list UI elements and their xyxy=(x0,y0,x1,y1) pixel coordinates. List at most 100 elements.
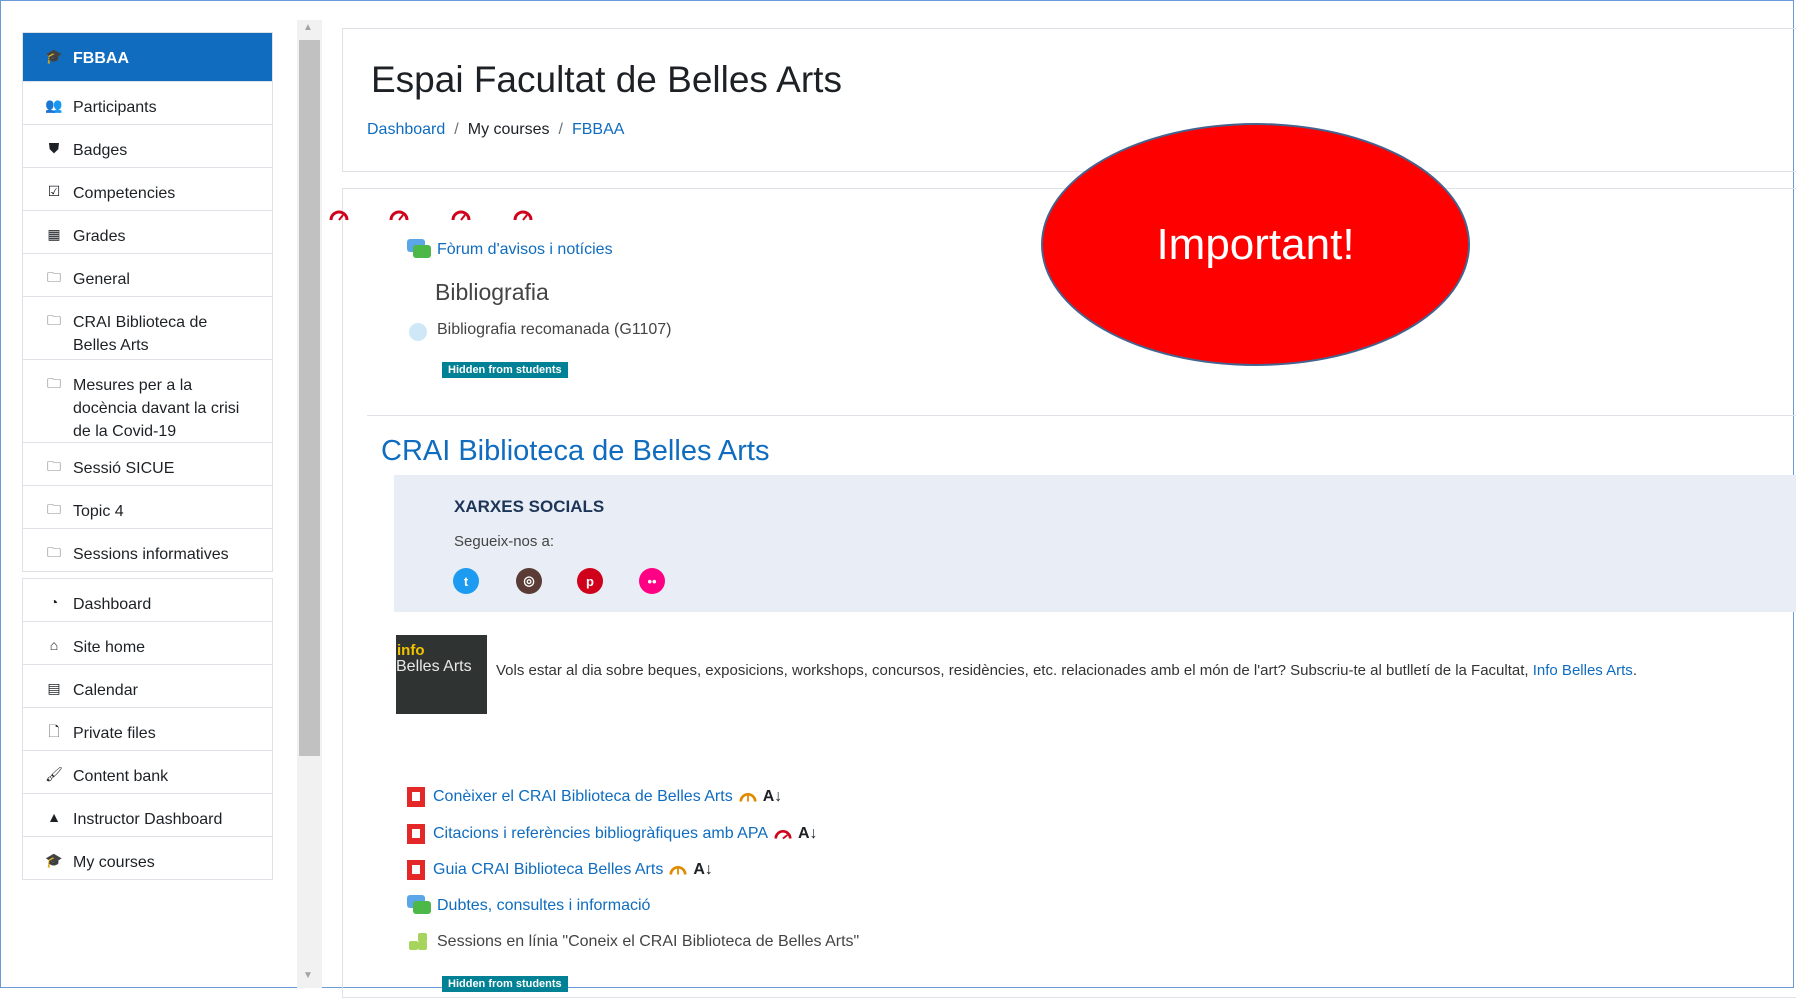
nav-item-site-home[interactable]: ⌂ Site home xyxy=(23,622,272,665)
nav-item-dashboard[interactable]: ◔ Dashboard xyxy=(23,579,272,622)
alternative-formats-icon[interactable]: A↓ xyxy=(798,825,818,843)
nav-label: Dashboard xyxy=(73,596,152,613)
nav-label: FBBAA xyxy=(73,50,129,67)
activity-external-tool[interactable]: Sessions en línia "Coneix el CRAI Biblio… xyxy=(407,931,859,953)
nav-item-instructor-dashboard[interactable]: ▲ Instructor Dashboard xyxy=(23,794,272,837)
tachometer-icon: ◔ xyxy=(49,594,59,610)
breadcrumb-separator: / xyxy=(558,121,563,138)
page-title: Espai Facultat de Belles Arts xyxy=(371,59,842,100)
breadcrumb-dashboard[interactable]: Dashboard xyxy=(367,121,445,138)
nav-item-calendar[interactable]: ▤ Calendar xyxy=(23,665,272,708)
instagram-icon[interactable]: ◎ xyxy=(516,568,542,594)
callout-text: Important! xyxy=(1156,219,1355,269)
nav-item-sessions[interactable]: 🗀 Sessions informatives xyxy=(23,529,272,572)
label-bibliografia: Bibliografia xyxy=(435,279,549,305)
nav-label: Calendar xyxy=(73,682,138,699)
nav-item-content-bank[interactable]: 🖌 Content bank xyxy=(23,751,272,794)
scroll-down-arrow-icon[interactable]: ▼ xyxy=(303,970,313,981)
area-chart-icon: ▲ xyxy=(47,809,61,825)
accessibility-gauge-icon[interactable] xyxy=(669,864,687,876)
pinterest-icon[interactable]: p xyxy=(577,568,603,594)
pdf-icon xyxy=(407,787,425,807)
scroll-thumb[interactable] xyxy=(299,40,320,756)
activity-link[interactable]: Citacions i referències bibliogràfiques … xyxy=(433,825,768,843)
course-content: Fòrum d'avisos i notícies Bibliografia B… xyxy=(329,188,1796,998)
nav-label: My courses xyxy=(73,854,155,871)
section-divider xyxy=(367,415,1796,416)
nav-label: General xyxy=(73,271,130,288)
home-icon: ⌂ xyxy=(49,637,59,653)
flickr-icon[interactable]: •• xyxy=(639,568,665,594)
info-image-text: Belles Arts xyxy=(396,658,472,675)
info-text: Vols estar al dia sobre beques, exposici… xyxy=(496,662,1637,679)
nav-item-participants[interactable]: 👥 Participants xyxy=(23,82,272,125)
nav-label: Topic 4 xyxy=(73,503,124,520)
activity-link[interactable]: Fòrum d'avisos i notícies xyxy=(437,241,613,259)
nav-label: Badges xyxy=(73,142,128,159)
nav-label: Participants xyxy=(73,99,157,116)
users-icon: 👥 xyxy=(45,97,63,113)
nav-item-grades[interactable]: ▦ Grades xyxy=(23,211,272,254)
calendar-icon: ▤ xyxy=(47,680,61,696)
nav-item-topic4[interactable]: 🗀 Topic 4 xyxy=(23,486,272,529)
resource-pdf[interactable]: Conèixer el CRAI Biblioteca de Belles Ar… xyxy=(407,787,782,807)
info-belles-arts-link[interactable]: Info Belles Arts xyxy=(1533,662,1633,679)
activity-link[interactable]: Guia CRAI Biblioteca Belles Arts xyxy=(433,861,663,879)
nav-item-general[interactable]: 🗀 General xyxy=(23,254,272,297)
nav-label: Private files xyxy=(73,725,156,742)
alternative-formats-icon[interactable]: A↓ xyxy=(693,861,713,879)
nav-item-my-courses[interactable]: 🎓 My courses xyxy=(23,837,272,880)
nav-item-fbbaa[interactable]: 🎓 FBBAA xyxy=(23,33,272,82)
accessibility-gauge-icon[interactable] xyxy=(739,791,757,803)
accessibility-gauge-icon xyxy=(513,210,533,221)
forum-icon xyxy=(407,239,431,261)
graduation-cap-icon: 🎓 xyxy=(45,48,63,64)
folder-icon: 🗀 xyxy=(47,375,61,391)
social-heading: XARXES SOCIALS xyxy=(454,497,605,516)
nav-scrollbar[interactable]: ▲ ▼ xyxy=(297,20,322,988)
resource-pdf[interactable]: Guia CRAI Biblioteca Belles Arts A↓ xyxy=(407,860,713,880)
nav-label: Site home xyxy=(73,639,146,656)
breadcrumb-fbbaa[interactable]: FBBAA xyxy=(572,121,624,138)
nav-item-sicue[interactable]: 🗀 Sessió SICUE xyxy=(23,443,272,486)
nav-group-course: 🎓 FBBAA 👥 Participants ⛊ Badges ☑ Compet… xyxy=(22,32,273,572)
folder-icon: 🗀 xyxy=(47,458,61,474)
accessibility-gauge-icon[interactable] xyxy=(774,828,792,840)
nav-item-private-files[interactable]: 🗋 Private files xyxy=(23,708,272,751)
scroll-up-arrow-icon[interactable]: ▲ xyxy=(303,22,313,33)
nav-item-badges[interactable]: ⛊ Badges xyxy=(23,125,272,168)
nav-group-site: ◔ Dashboard ⌂ Site home ▤ Calendar 🗋 Pri… xyxy=(22,578,273,880)
info-belles-arts-image: info Belles Arts xyxy=(396,635,487,714)
activity-link[interactable]: Conèixer el CRAI Biblioteca de Belles Ar… xyxy=(433,788,733,806)
nav-label: Competencies xyxy=(73,185,176,202)
pdf-icon xyxy=(407,824,425,844)
activity-link[interactable]: Dubtes, consultes i informació xyxy=(437,897,650,915)
accessibility-gauge-icon xyxy=(389,210,409,221)
activity-file[interactable]: Bibliografia recomanada (G1107) xyxy=(407,319,672,341)
info-body: Vols estar al dia sobre beques, exposici… xyxy=(496,662,1533,679)
nav-label: Content bank xyxy=(73,768,169,785)
nav-label: Mesures per a la docència davant la cris… xyxy=(73,377,240,440)
activity-link[interactable]: Bibliografia recomanada (G1107) xyxy=(437,321,672,339)
activity-forum[interactable]: Fòrum d'avisos i notícies xyxy=(407,239,613,261)
page-header: Espai Facultat de Belles Arts Dashboard /… xyxy=(342,28,1796,172)
twitter-icon[interactable]: t xyxy=(453,568,479,594)
folder-icon: 🗀 xyxy=(47,312,61,328)
activity-forum[interactable]: Dubtes, consultes i informació xyxy=(407,895,650,917)
activity-link[interactable]: Sessions en línia "Coneix el CRAI Biblio… xyxy=(437,933,859,951)
social-subtitle: Segueix-nos a: xyxy=(454,533,555,550)
social-box: XARXES SOCIALS Segueix-nos a: t ◎ p •• xyxy=(394,475,1796,612)
nav-label: CRAI Biblioteca de Belles Arts xyxy=(73,314,208,354)
nav-label: Instructor Dashboard xyxy=(73,811,223,828)
breadcrumb-my-courses[interactable]: My courses xyxy=(468,121,550,138)
nav-item-covid[interactable]: 🗀 Mesures per a la docència davant la cr… xyxy=(23,360,272,443)
nav-item-competencies[interactable]: ☑ Competencies xyxy=(23,168,272,211)
nav-item-crai[interactable]: 🗀 CRAI Biblioteca de Belles Arts xyxy=(23,297,272,360)
file-icon xyxy=(407,319,431,341)
paintbrush-icon: 🖌 xyxy=(45,766,63,782)
resource-pdf[interactable]: Citacions i referències bibliogràfiques … xyxy=(407,824,818,844)
nav-drawer: 🎓 FBBAA 👥 Participants ⛊ Badges ☑ Compet… xyxy=(22,32,273,886)
section-title[interactable]: CRAI Biblioteca de Belles Arts xyxy=(381,435,769,468)
folder-icon: 🗀 xyxy=(47,269,61,285)
alternative-formats-icon[interactable]: A↓ xyxy=(763,788,783,806)
